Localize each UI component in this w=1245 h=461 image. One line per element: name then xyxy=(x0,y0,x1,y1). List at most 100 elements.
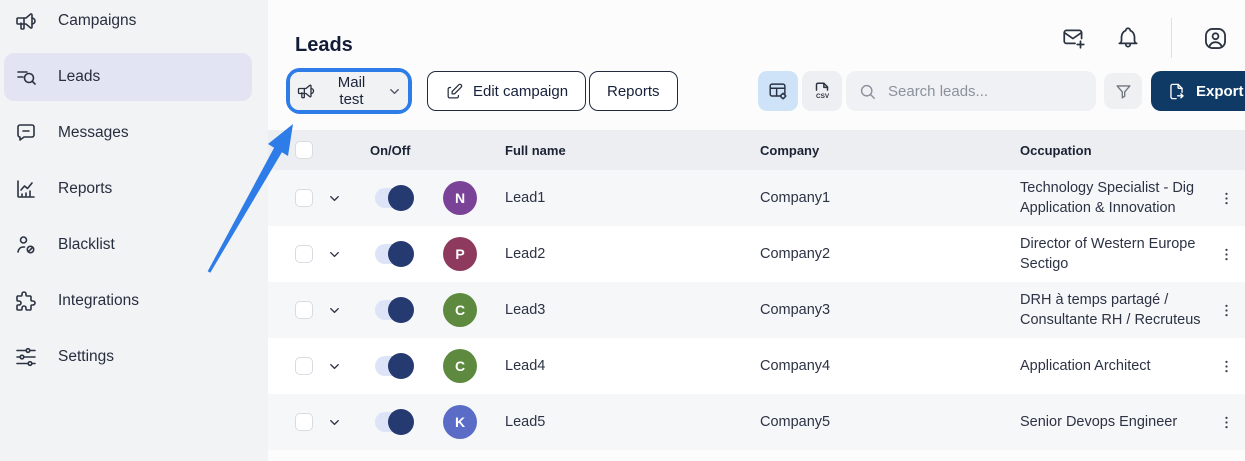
search-input[interactable] xyxy=(886,81,1089,101)
lead-occupation: Technology Specialist - Dig Application … xyxy=(1020,180,1195,216)
sidebar-item-reports[interactable]: Reports xyxy=(4,165,252,213)
row-menu-kebab-icon[interactable] xyxy=(1216,300,1237,321)
file-export-icon xyxy=(1167,82,1186,101)
account-icon[interactable] xyxy=(1202,25,1229,52)
table-row: P Lead2 Company2 Director of Western Eur… xyxy=(268,226,1245,282)
filter-button[interactable] xyxy=(1104,73,1142,109)
table-row: K Lead5 Company5 Senior Devops Engineer xyxy=(268,394,1245,450)
search-icon xyxy=(858,82,877,101)
lead-occupation: DRH à temps partagé / Consultante RH / R… xyxy=(1020,292,1201,328)
onoff-toggle[interactable] xyxy=(375,353,414,379)
lead-name: Lead1 xyxy=(505,190,546,206)
table-row: C Lead4 Company4 Application Architect xyxy=(268,338,1245,394)
filter-icon xyxy=(1114,82,1133,101)
edit-campaign-button[interactable]: Edit campaign xyxy=(427,71,587,111)
sidebar-item-label: Campaigns xyxy=(58,12,137,29)
sidebar-item-label: Blacklist xyxy=(58,236,115,253)
table-settings-view-button[interactable] xyxy=(758,71,798,111)
sidebar-item-label: Messages xyxy=(58,124,129,141)
select-all-checkbox[interactable] xyxy=(295,130,313,170)
highlight-box: Mail test xyxy=(286,68,412,114)
row-expand-chevron-icon[interactable] xyxy=(325,301,344,320)
chevron-down-icon xyxy=(387,84,402,99)
sidebar-item-label: Reports xyxy=(58,180,113,197)
puzzle-icon xyxy=(14,289,38,313)
row-expand-chevron-icon[interactable] xyxy=(325,245,344,264)
lead-name: Lead4 xyxy=(505,358,546,374)
lead-company: Company1 xyxy=(760,190,831,206)
message-icon xyxy=(14,121,38,145)
sidebar-item-label: Leads xyxy=(58,68,101,85)
campaign-selector-button[interactable]: Mail test xyxy=(290,72,408,110)
row-menu-kebab-icon[interactable] xyxy=(1216,188,1237,209)
chart-icon xyxy=(14,177,38,201)
search-box xyxy=(846,71,1096,111)
lead-company: Company4 xyxy=(760,358,831,374)
main-content: Leads Mail test Edit campaign Reports CS… xyxy=(268,0,1245,461)
sidebar-item-leads[interactable]: Leads xyxy=(4,53,252,101)
export-data-label: Export d xyxy=(1196,82,1245,100)
onoff-toggle[interactable] xyxy=(375,297,414,323)
csv-export-view-button[interactable]: CSV xyxy=(802,71,842,111)
sidebar: Campaigns Leads Messages Reports Blackli… xyxy=(0,0,268,461)
row-menu-kebab-icon[interactable] xyxy=(1216,412,1237,433)
table-body: N Lead1 Company1 Technology Specialist -… xyxy=(268,170,1245,450)
row-expand-chevron-icon[interactable] xyxy=(325,357,344,376)
select-checkbox[interactable] xyxy=(295,301,313,319)
campaign-selector-label: Mail test xyxy=(337,74,366,108)
sliders-icon xyxy=(14,345,38,369)
lead-name: Lead2 xyxy=(505,246,546,262)
sidebar-item-integrations[interactable]: Integrations xyxy=(4,277,252,325)
megaphone-icon xyxy=(14,9,38,33)
column-occupation: Occupation xyxy=(1020,142,1092,158)
reports-button[interactable]: Reports xyxy=(589,71,678,111)
edit-icon xyxy=(445,82,464,101)
lead-company: Company5 xyxy=(760,414,831,430)
column-company: Company xyxy=(760,142,820,158)
reports-button-label: Reports xyxy=(607,82,660,100)
select-checkbox[interactable] xyxy=(295,189,313,207)
select-checkbox[interactable] xyxy=(295,357,313,375)
row-expand-chevron-icon[interactable] xyxy=(325,189,344,208)
lead-name: Lead3 xyxy=(505,302,546,318)
svg-text:CSV: CSV xyxy=(816,93,830,100)
avatar: P xyxy=(443,237,477,271)
column-on-off: On/Off xyxy=(370,142,411,158)
avatar: C xyxy=(443,293,477,327)
sidebar-item-campaigns[interactable]: Campaigns xyxy=(4,0,252,45)
onoff-toggle[interactable] xyxy=(375,409,414,435)
lead-occupation: Senior Devops Engineer xyxy=(1020,414,1178,430)
edit-campaign-label: Edit campaign xyxy=(473,82,569,100)
export-data-button[interactable]: Export d xyxy=(1151,71,1245,111)
table-row: C Lead3 Company3 DRH à temps partagé / C… xyxy=(268,282,1245,338)
page-title: Leads xyxy=(295,34,353,57)
leads-table: On/Off Full name Company Occupation N Le… xyxy=(268,130,1245,450)
onoff-toggle[interactable] xyxy=(375,241,414,267)
megaphone-icon xyxy=(296,81,316,101)
lead-occupation: Application Architect xyxy=(1020,358,1151,374)
select-checkbox[interactable] xyxy=(295,413,313,431)
sidebar-item-settings[interactable]: Settings xyxy=(4,333,252,381)
lead-company: Company3 xyxy=(760,302,831,318)
select-checkbox[interactable] xyxy=(295,245,313,263)
sidebar-item-blacklist[interactable]: Blacklist xyxy=(4,221,252,269)
sidebar-item-messages[interactable]: Messages xyxy=(4,109,252,157)
sidebar-nav: Campaigns Leads Messages Reports Blackli… xyxy=(0,0,268,381)
sidebar-item-label: Integrations xyxy=(58,292,139,309)
lead-search-icon xyxy=(14,65,38,89)
user-block-icon xyxy=(14,233,38,257)
mail-plus-icon[interactable] xyxy=(1061,25,1087,51)
header-divider xyxy=(1171,18,1172,58)
avatar: C xyxy=(443,349,477,383)
lead-name: Lead5 xyxy=(505,414,546,430)
sidebar-item-label: Settings xyxy=(58,348,115,365)
row-expand-chevron-icon[interactable] xyxy=(325,413,344,432)
lead-company: Company2 xyxy=(760,246,831,262)
onoff-toggle[interactable] xyxy=(375,185,414,211)
lead-occupation: Director of Western Europe Sectigo xyxy=(1020,236,1196,272)
bell-icon[interactable] xyxy=(1115,25,1141,51)
row-menu-kebab-icon[interactable] xyxy=(1216,356,1237,377)
avatar: N xyxy=(443,181,477,215)
avatar: K xyxy=(443,405,477,439)
row-menu-kebab-icon[interactable] xyxy=(1216,244,1237,265)
